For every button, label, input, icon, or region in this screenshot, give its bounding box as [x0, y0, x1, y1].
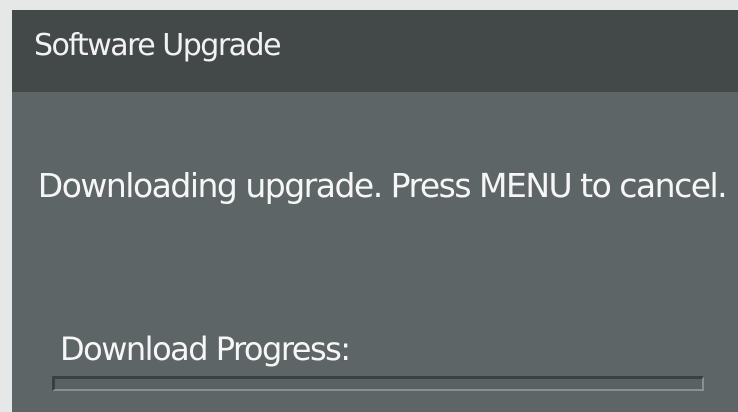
software-upgrade-dialog: Software Upgrade Downloading upgrade. Pr…: [12, 10, 738, 412]
download-progress-label: Download Progress:: [60, 330, 351, 368]
download-progress-bar: [52, 376, 704, 391]
download-status-message: Downloading upgrade. Press MENU to cance…: [37, 166, 728, 205]
dialog-title: Software Upgrade: [34, 28, 282, 63]
dialog-titlebar: Software Upgrade: [12, 10, 738, 92]
